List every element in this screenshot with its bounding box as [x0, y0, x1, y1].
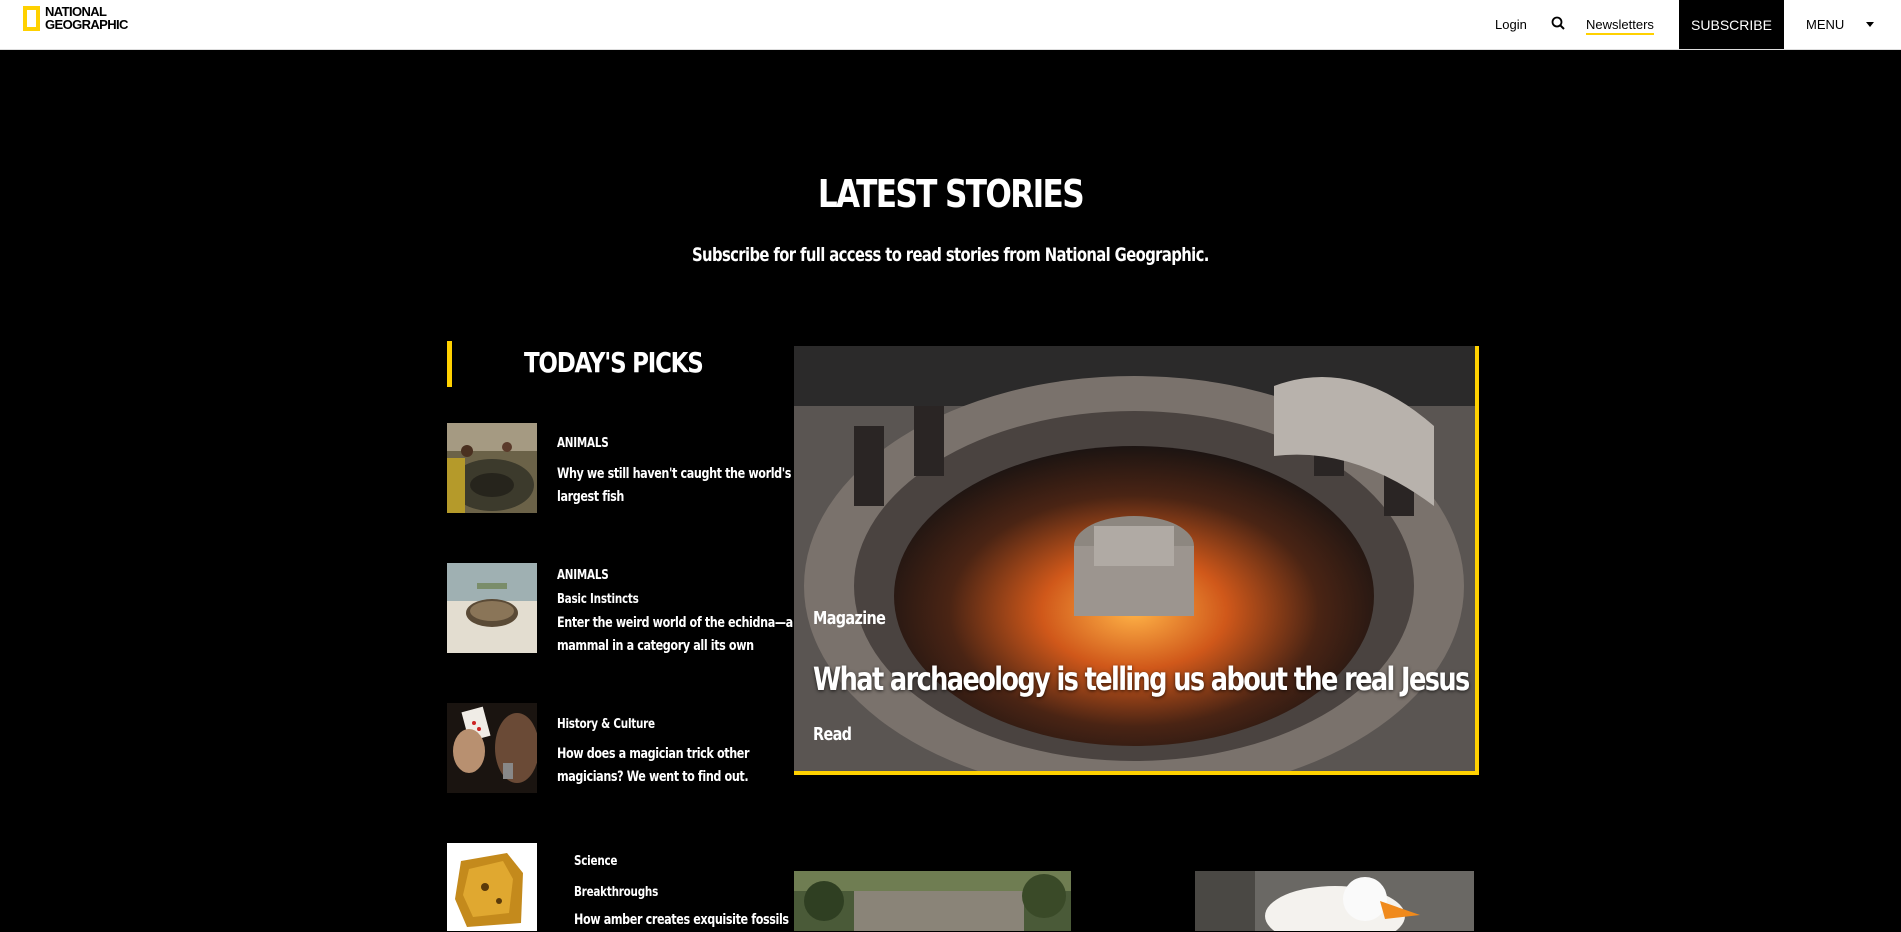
pick-thumbnail-fish[interactable]: [447, 423, 537, 513]
latest-stories-heading: LATEST STORIES: [817, 172, 1085, 216]
story-thumbnail-river[interactable]: [794, 871, 1071, 931]
pick-category: ANIMALS: [557, 568, 609, 583]
pick-title[interactable]: How does a magician trick other magician…: [557, 743, 749, 789]
feature-title[interactable]: What archaeology is telling us about the…: [813, 660, 1470, 698]
logo-wordmark: NATIONAL GEOGRAPHIC: [45, 4, 128, 32]
subscribe-promo-text: Subscribe for full access to read storie…: [691, 244, 1209, 266]
search-icon[interactable]: [1550, 15, 1568, 33]
pick-category: Science: [574, 854, 618, 869]
pick-thumbnail-echidna[interactable]: [447, 563, 537, 653]
feature-kicker[interactable]: Magazine: [813, 608, 886, 629]
pick-thumbnail-magician[interactable]: [447, 703, 537, 793]
pick-title[interactable]: Enter the weird world of the echidna—a m…: [557, 612, 793, 658]
pick-series[interactable]: Basic Instincts: [557, 592, 639, 607]
pick-thumbnail-amber[interactable]: [447, 843, 537, 931]
yellow-border-logo-icon: [23, 5, 40, 31]
pick-category: History & Culture: [557, 717, 655, 732]
subscribe-button[interactable]: SUBSCRIBE: [1679, 0, 1784, 49]
story-thumbnail-duck[interactable]: [1195, 871, 1474, 931]
todays-picks-title: TODAY'S PICKS: [524, 346, 704, 379]
read-link[interactable]: Read: [813, 724, 852, 745]
newsletters-link[interactable]: Newsletters: [1586, 17, 1654, 35]
top-navigation: NATIONAL GEOGRAPHIC Login Newsletters SU…: [0, 0, 1901, 50]
natgeo-logo[interactable]: NATIONAL GEOGRAPHIC: [23, 5, 128, 31]
picks-accent-bar: [447, 341, 452, 387]
chevron-down-icon[interactable]: [1866, 22, 1874, 27]
pick-title[interactable]: How amber creates exquisite fossils: [574, 909, 789, 932]
pick-category: ANIMALS: [557, 436, 609, 451]
pick-title[interactable]: Why we still haven't caught the world's …: [557, 463, 791, 509]
feature-story-card[interactable]: Magazine What archaeology is telling us …: [794, 346, 1479, 775]
login-link[interactable]: Login: [1495, 17, 1527, 32]
pick-series[interactable]: Breakthroughs: [574, 885, 658, 900]
menu-button[interactable]: MENU: [1806, 17, 1844, 32]
feature-image: [794, 346, 1475, 771]
